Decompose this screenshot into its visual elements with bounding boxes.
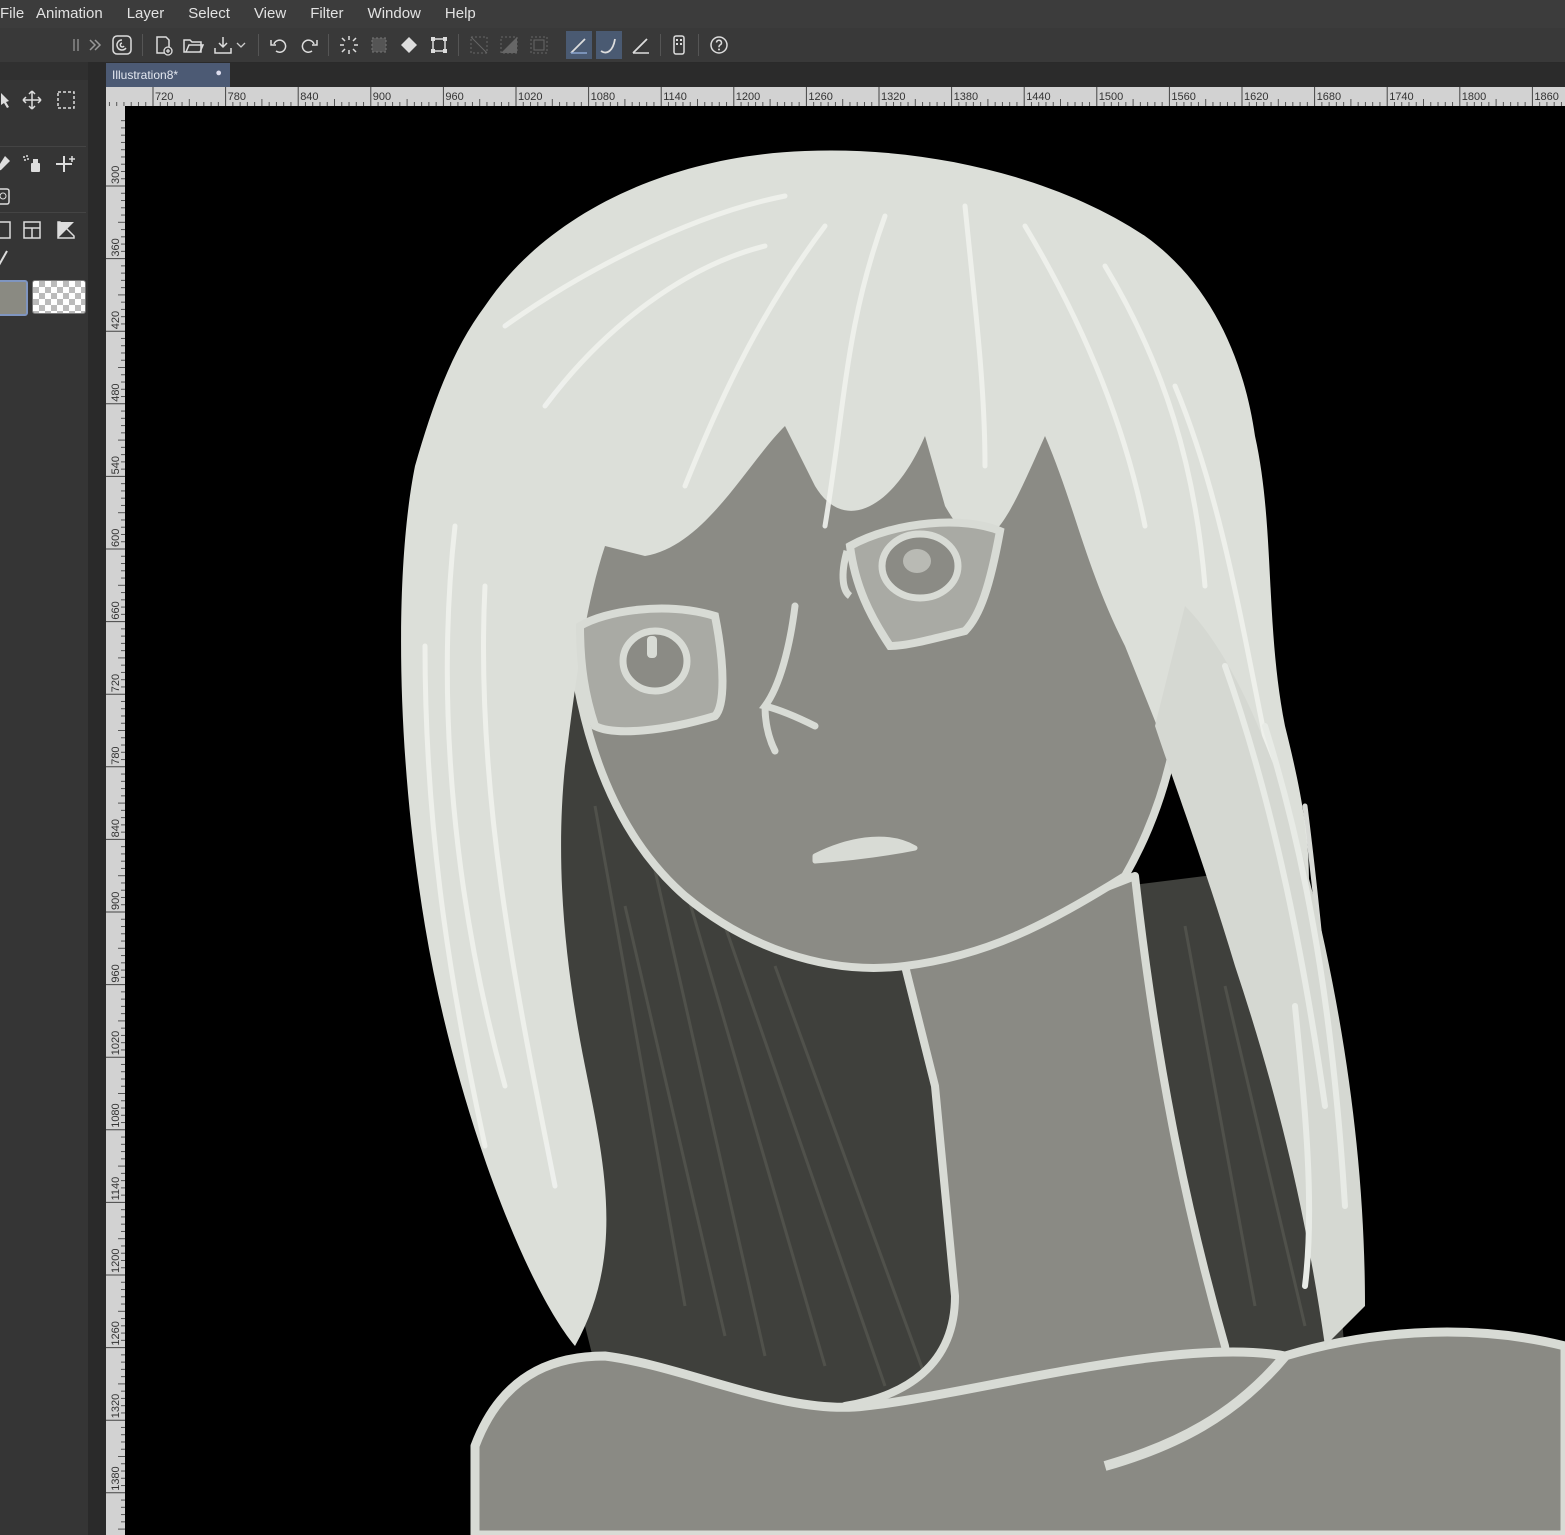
menu-select[interactable]: Select <box>176 0 242 28</box>
tool-panel <box>0 62 88 1535</box>
ruler-label-v: 660 <box>110 601 122 619</box>
snap-grid-icon[interactable] <box>526 31 552 59</box>
ruler-label-h: 720 <box>155 91 173 103</box>
redo-icon[interactable] <box>296 31 322 59</box>
menu-window[interactable]: Window <box>356 0 433 28</box>
vertical-ruler: 300 360 420 480 540 600 660 720 780 840 900 960 1020… <box>106 106 125 1535</box>
panel-layout-icon[interactable] <box>20 218 44 242</box>
tab-illustration8[interactable]: Illustration8* ● <box>106 63 230 87</box>
ruler-label-h: 1680 <box>1317 91 1341 103</box>
ruler-label-v: 300 <box>110 166 122 184</box>
ruler-label-h: 1140 <box>663 91 687 103</box>
new-file-icon[interactable] <box>150 31 176 59</box>
ruler-label-v: 840 <box>110 819 122 837</box>
layer-tool-icon[interactable] <box>0 184 14 208</box>
ruler-label-v: 1140 <box>110 1177 122 1201</box>
chevron-down-icon[interactable] <box>234 31 248 59</box>
drawing-canvas[interactable] <box>125 106 1565 1535</box>
zoom-tool-icon[interactable] <box>0 88 14 112</box>
horizontal-ruler-ticks: 720 780 840 900 960 1020 1080 1140 1200 1260 1320 1… <box>108 87 1562 106</box>
help-icon[interactable] <box>706 31 732 59</box>
ruler-label-h: 1440 <box>1026 91 1050 103</box>
ruler-label-h: 1320 <box>881 91 905 103</box>
snap-perspective-icon[interactable] <box>628 31 654 59</box>
undo-icon[interactable] <box>266 31 292 59</box>
ruler-label-h: 1080 <box>591 91 615 103</box>
move-tool-icon[interactable] <box>20 88 44 112</box>
menu-help[interactable]: Help <box>433 0 488 28</box>
horizontal-ruler: 720 780 840 900 960 1020 1080 1140 1200 1260 1320 1… <box>106 87 1565 106</box>
ruler-label-v: 1380 <box>110 1466 122 1490</box>
ruler-label-v: 1080 <box>110 1103 122 1127</box>
snap-curve-icon[interactable] <box>596 31 622 59</box>
export-icon[interactable] <box>210 31 236 59</box>
ruler-label-v: 720 <box>110 674 122 692</box>
left-eye <box>575 604 727 736</box>
expand-icon[interactable] <box>86 31 104 59</box>
ruler-label-h: 1020 <box>518 91 542 103</box>
menu-view[interactable]: View <box>242 0 298 28</box>
eyedropper-tool-icon[interactable] <box>0 152 14 176</box>
fill-icon[interactable] <box>396 31 422 59</box>
panel-grip-icon[interactable] <box>70 31 82 59</box>
ruler-label-h: 1200 <box>736 91 760 103</box>
menu-layer[interactable]: Layer <box>115 0 177 28</box>
clip-studio-icon[interactable] <box>109 31 135 59</box>
ruler-label-v: 1260 <box>110 1321 122 1345</box>
clear-selection-icon[interactable] <box>336 31 362 59</box>
airbrush-tool-icon[interactable] <box>20 152 44 176</box>
ruler-label-v: 480 <box>110 383 122 401</box>
ruler-label-v: 600 <box>110 529 122 547</box>
ruler-label-h: 1380 <box>954 91 978 103</box>
menu-bar: File Animation Layer Select View Filter … <box>0 0 1565 28</box>
snap-off-icon[interactable] <box>466 31 492 59</box>
ruler-label-h: 1860 <box>1534 91 1558 103</box>
ruler-label-h: 1260 <box>808 91 832 103</box>
ruler-label-v: 1200 <box>110 1249 122 1273</box>
transform-icon[interactable] <box>426 31 452 59</box>
ruler-label-v: 540 <box>110 456 122 474</box>
transparent-color-swatch[interactable] <box>32 280 86 314</box>
ruler-label-v: 780 <box>110 746 122 764</box>
main-color-swatch[interactable] <box>0 280 28 316</box>
panel-divider <box>88 62 106 1535</box>
snap-ruler-icon[interactable] <box>496 31 522 59</box>
smartphone-icon[interactable] <box>666 31 692 59</box>
ruler-label-h: 1620 <box>1244 91 1268 103</box>
pen-tool-icon[interactable] <box>0 246 14 270</box>
open-file-icon[interactable] <box>180 31 206 59</box>
ruler-label-v: 1320 <box>110 1394 122 1418</box>
menu-animation[interactable]: Animation <box>24 0 115 28</box>
tab-label: Illustration8* <box>112 68 179 82</box>
ruler-label-h: 960 <box>445 91 463 103</box>
ruler-label-v: 360 <box>110 238 122 256</box>
ruler-label-v: 1020 <box>110 1031 122 1055</box>
ruler-tool-icon[interactable] <box>54 218 78 242</box>
frame-tool-icon[interactable] <box>0 218 14 242</box>
snap-line-icon[interactable] <box>566 31 592 59</box>
ruler-label-h: 900 <box>373 91 391 103</box>
ruler-label-v: 900 <box>110 892 122 910</box>
tab-modified-dot[interactable]: ● <box>215 67 222 79</box>
ruler-label-h: 1500 <box>1099 91 1123 103</box>
ruler-label-v: 420 <box>110 311 122 329</box>
ruler-label-h: 1800 <box>1462 91 1486 103</box>
marquee-tool-icon[interactable] <box>54 88 78 112</box>
menu-filter[interactable]: Filter <box>298 0 355 28</box>
selection-area-icon[interactable] <box>366 31 392 59</box>
ruler-label-h: 1560 <box>1171 91 1195 103</box>
ruler-label-h: 1740 <box>1389 91 1413 103</box>
ruler-label-v: 960 <box>110 964 122 982</box>
vertical-ruler-ticks: 300 360 420 480 540 600 660 720 780 840 900 960 1020… <box>106 120 125 1530</box>
ruler-label-h: 840 <box>300 91 318 103</box>
command-bar <box>0 28 1565 63</box>
ruler-label-h: 780 <box>228 91 246 103</box>
sparkle-tool-icon[interactable] <box>54 152 78 176</box>
menu-file[interactable]: File <box>0 0 24 28</box>
illustration-artwork <box>401 150 1565 1535</box>
